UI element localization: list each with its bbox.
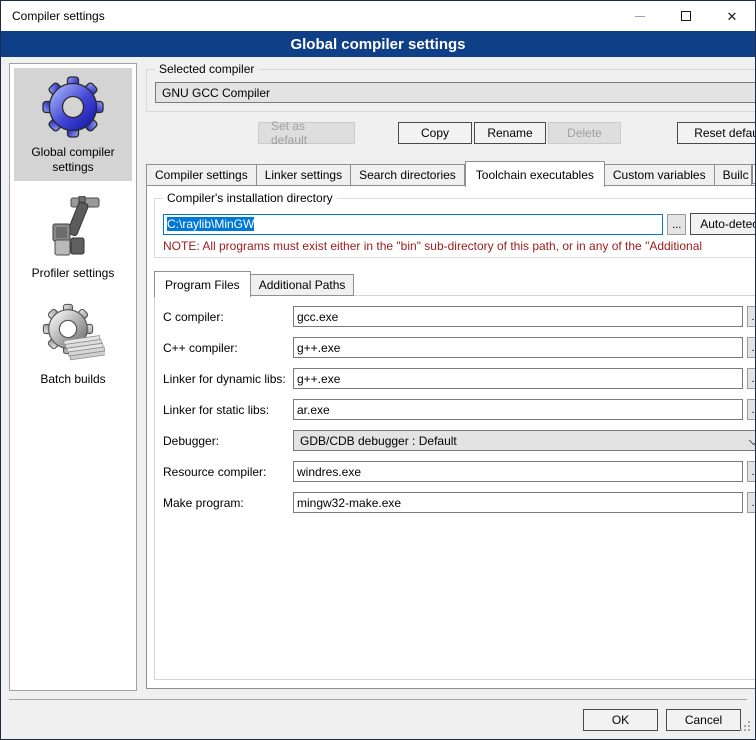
set-as-default-button: Set as default [258,122,355,144]
sidebar-item-profiler-settings[interactable]: Profiler settings [14,189,132,287]
main-panel: Selected compiler GNU GCC Compiler Set a… [146,63,755,691]
make-program-input[interactable]: mingw32-make.exe [293,492,743,513]
tab-build-options[interactable]: Builc [715,164,752,186]
maximize-icon [681,11,691,21]
cancel-button[interactable]: Cancel [666,709,741,731]
maximize-button[interactable] [663,1,709,31]
batch-builds-gear-icon [41,302,105,366]
installation-directory-group: Compiler's installation directory C:\ray… [154,198,755,258]
static-linker-browse-button[interactable]: ... [747,399,755,420]
static-linker-label: Linker for static libs: [163,403,293,417]
resource-compiler-input[interactable]: windres.exe [293,461,743,482]
copy-button[interactable]: Copy [398,122,472,144]
chevron-down-icon [748,436,755,445]
installation-directory-browse-button[interactable]: ... [667,214,686,235]
make-program-row: Make program: mingw32-make.exe ... [163,492,755,513]
c-compiler-browse-button[interactable]: ... [747,306,755,327]
selected-compiler-group-label: Selected compiler [155,62,258,76]
window-title: Compiler settings [1,9,105,23]
tab-program-files[interactable]: Program Files [154,271,251,297]
page-title: Global compiler settings [1,31,755,57]
c-compiler-row: C compiler: gcc.exe ... [163,306,755,327]
sidebar-item-batch-builds[interactable]: Batch builds [14,295,132,393]
tab-additional-paths[interactable]: Additional Paths [251,274,355,296]
resource-compiler-row: Resource compiler: windres.exe ... [163,461,755,482]
cpp-compiler-label: C++ compiler: [163,341,293,355]
close-icon: ✕ [727,10,738,23]
reset-defaults-button[interactable]: Reset defaults [677,122,755,144]
minimize-button[interactable] [617,1,663,31]
settings-tabstrip: Compiler settings Linker settings Search… [146,160,755,186]
settings-sidebar: Global compiler settings [9,63,137,691]
dynamic-linker-browse-button[interactable]: ... [747,368,755,389]
c-compiler-input[interactable]: gcc.exe [293,306,743,327]
sidebar-item-global-compiler-settings[interactable]: Global compiler settings [14,68,132,181]
compiler-select[interactable]: GNU GCC Compiler [155,82,755,103]
cpp-compiler-browse-button[interactable]: ... [747,337,755,358]
tab-scroll-left-button[interactable]: ◀ [752,164,755,184]
installation-directory-value: C:\raylib\MinGW [167,217,254,231]
toolchain-executables-page: Compiler's installation directory C:\ray… [146,185,755,689]
make-program-browse-button[interactable]: ... [747,492,755,513]
blue-gear-icon [41,75,105,139]
cpp-compiler-input[interactable]: g++.exe [293,337,743,358]
titlebar: Compiler settings ✕ [1,1,755,31]
profiler-caliper-icon [41,196,105,260]
installation-directory-input[interactable]: C:\raylib\MinGW [163,214,663,235]
compiler-select-value: GNU GCC Compiler [162,86,270,100]
debugger-select[interactable]: GDB/CDB debugger : Default [293,430,755,451]
tab-compiler-settings[interactable]: Compiler settings [146,164,257,186]
make-program-label: Make program: [163,496,293,510]
ok-button[interactable]: OK [583,709,658,731]
window-controls: ✕ [617,1,755,31]
c-compiler-label: C compiler: [163,310,293,324]
auto-detect-button[interactable]: Auto-detect [690,213,755,235]
installation-directory-note: NOTE: All programs must exist either in … [163,239,755,253]
debugger-select-value: GDB/CDB debugger : Default [300,434,457,448]
close-button[interactable]: ✕ [709,1,755,31]
dynamic-linker-label: Linker for dynamic libs: [163,372,293,386]
static-linker-row: Linker for static libs: ar.exe ... [163,399,755,420]
compiler-settings-dialog: Compiler settings ✕ Global compiler sett… [0,0,756,740]
tab-toolchain-executables[interactable]: Toolchain executables [465,161,605,187]
program-tabstrip: Program Files Additional Paths [154,272,755,296]
tab-custom-variables[interactable]: Custom variables [605,164,715,186]
rename-button[interactable]: Rename [474,122,546,144]
compiler-buttons-row: Set as default Copy Rename Delete Reset … [146,122,755,144]
cpp-compiler-row: C++ compiler: g++.exe ... [163,337,755,358]
installation-directory-row: C:\raylib\MinGW ... Auto-detect [163,213,755,235]
sidebar-item-label: Global compiler settings [16,145,130,175]
resource-compiler-label: Resource compiler: [163,465,293,479]
debugger-label: Debugger: [163,434,293,448]
selected-compiler-group: Selected compiler GNU GCC Compiler [146,69,755,112]
tab-scroll-arrows: ◀ ▶ [752,164,755,184]
sidebar-item-label: Batch builds [40,372,105,387]
sidebar-item-label: Profiler settings [32,266,115,281]
dialog-body: Global compiler settings [1,57,755,699]
resize-grip[interactable] [740,719,751,737]
tab-search-directories[interactable]: Search directories [351,164,465,186]
debugger-row: Debugger: GDB/CDB debugger : Default [163,430,755,451]
dialog-footer: OK Cancel [9,699,747,739]
delete-button: Delete [548,122,621,144]
program-files-panel: C compiler: gcc.exe ... C++ compiler: g+… [154,295,755,680]
resource-compiler-browse-button[interactable]: ... [747,461,755,482]
installation-directory-group-label: Compiler's installation directory [163,191,337,205]
tab-linker-settings[interactable]: Linker settings [257,164,351,186]
static-linker-input[interactable]: ar.exe [293,399,743,420]
dynamic-linker-input[interactable]: g++.exe [293,368,743,389]
minimize-icon [635,16,645,17]
dynamic-linker-row: Linker for dynamic libs: g++.exe ... [163,368,755,389]
